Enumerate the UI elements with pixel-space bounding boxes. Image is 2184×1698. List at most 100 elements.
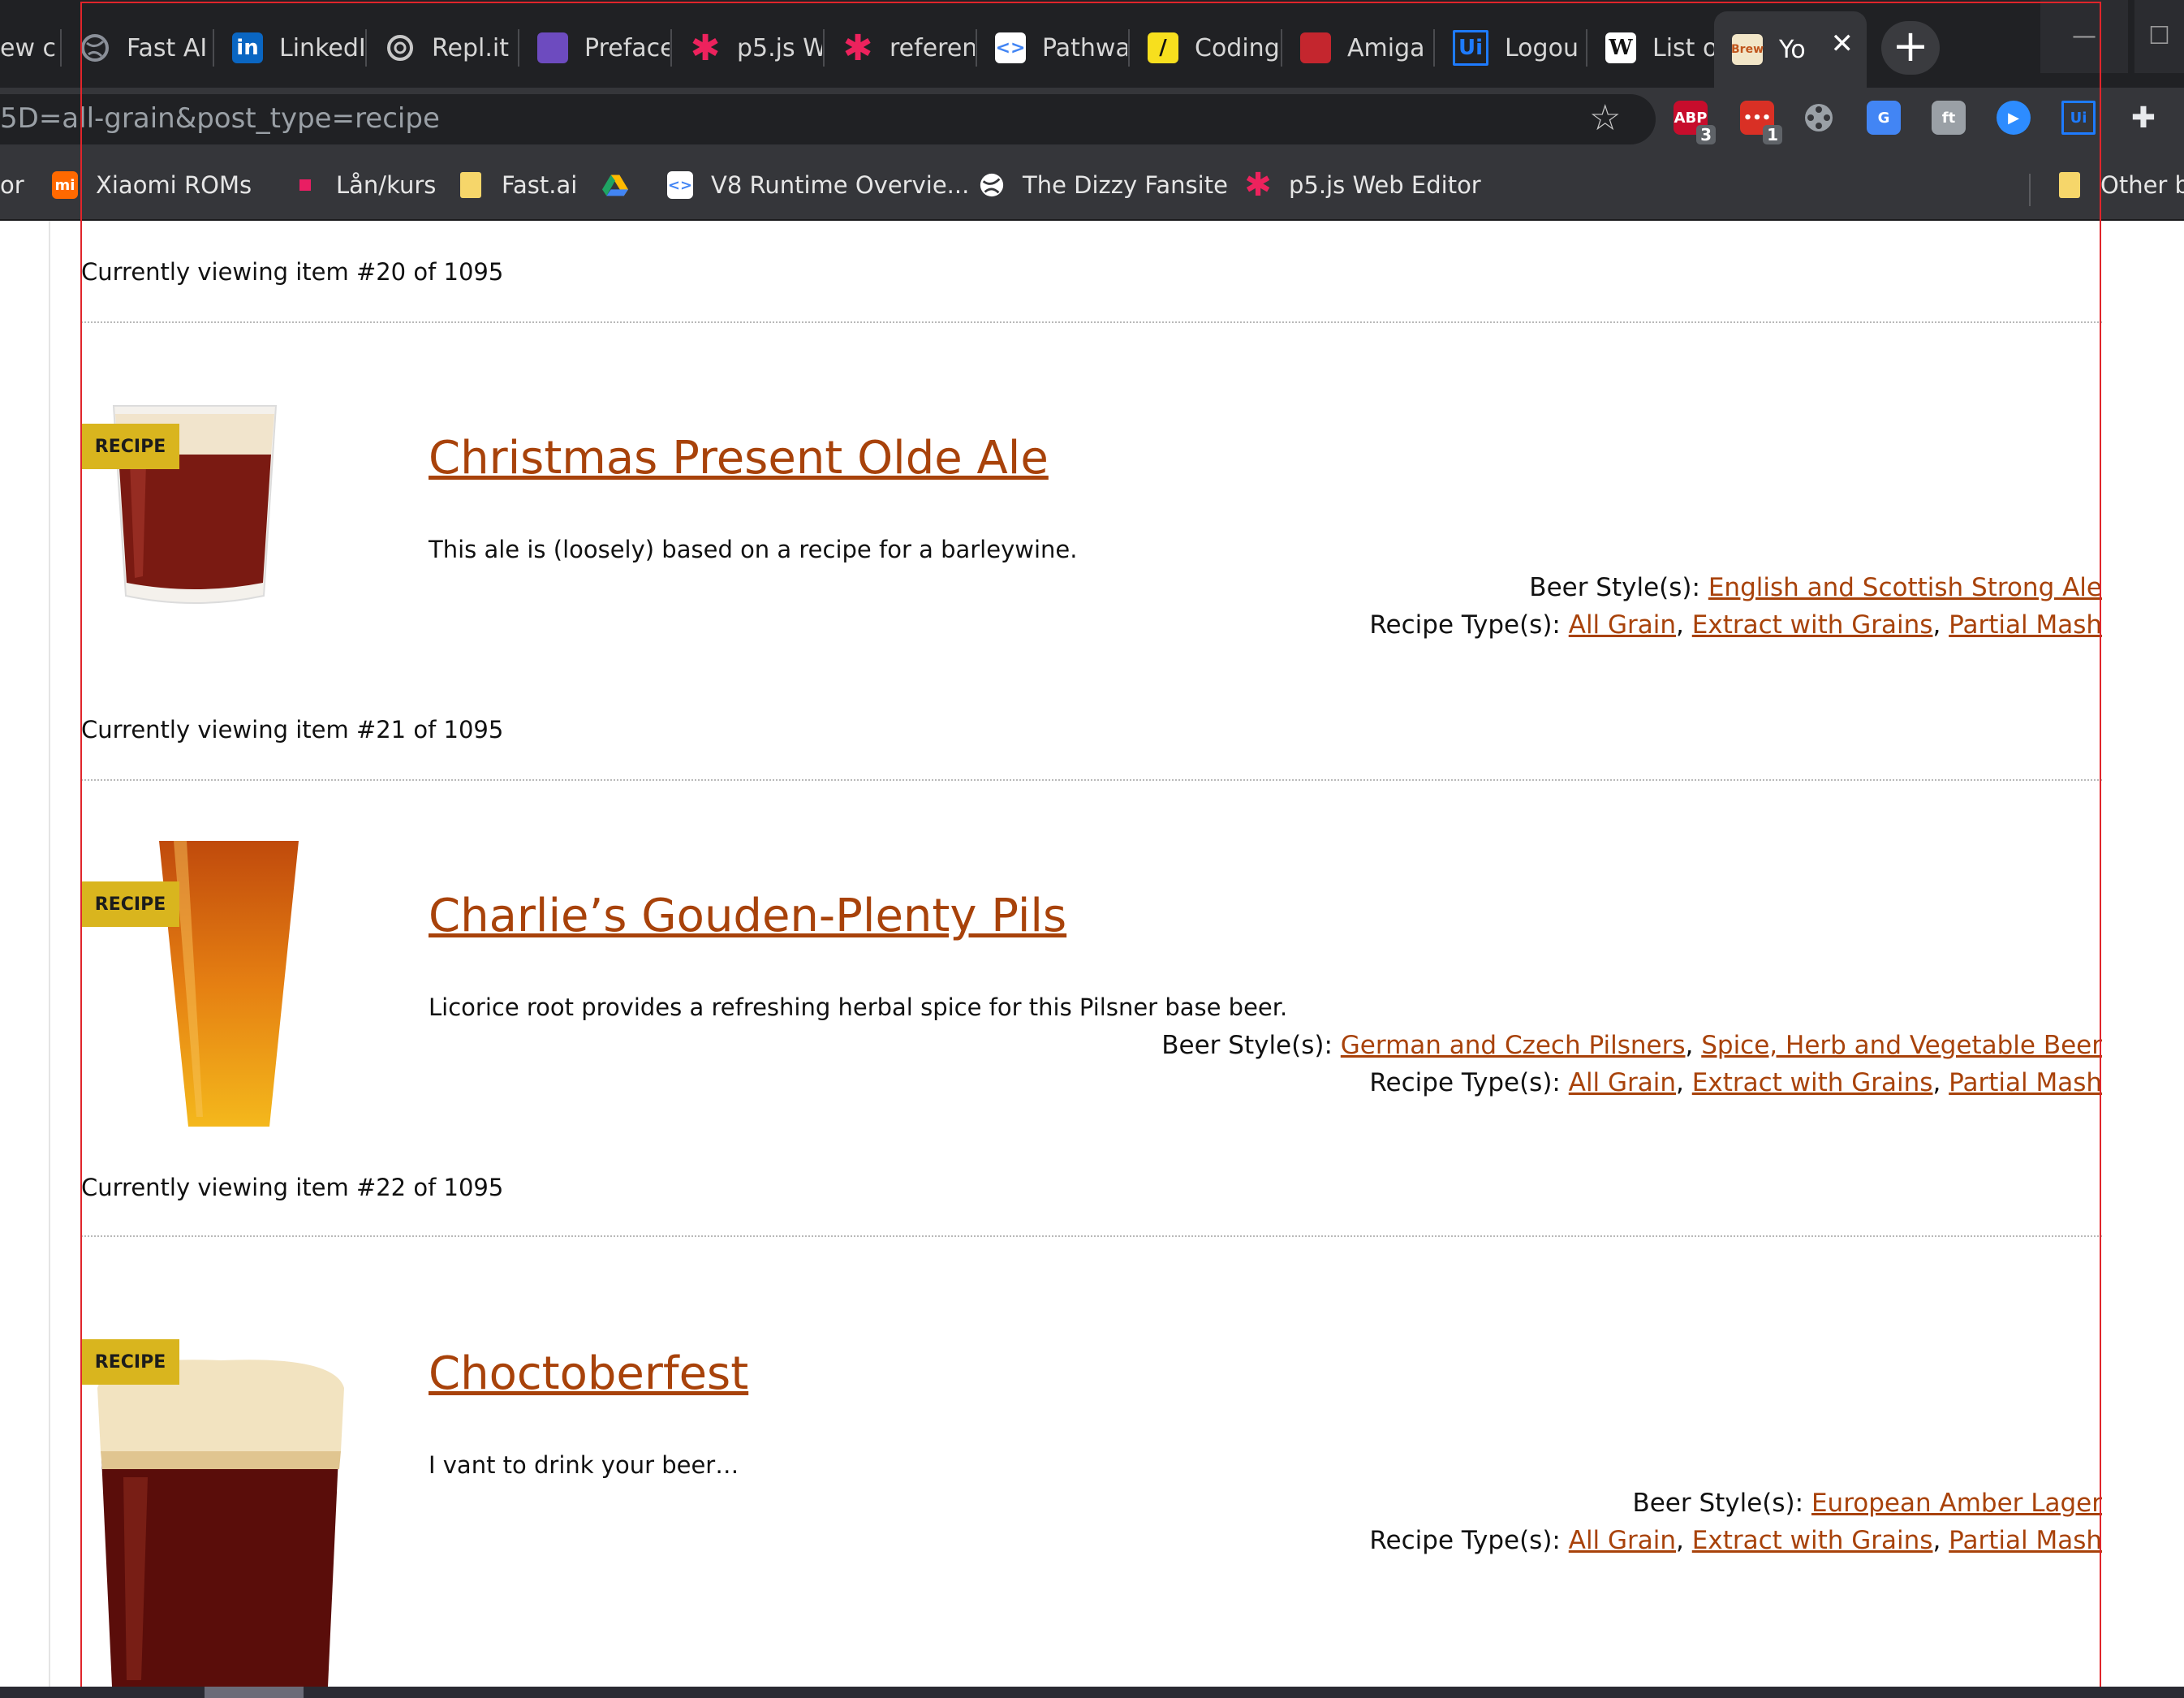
- folder-icon: [458, 171, 484, 199]
- coding-icon: /: [1148, 32, 1178, 63]
- tab-replit[interactable]: Repl.it: [367, 15, 517, 81]
- recipe-image-choctoberfest[interactable]: [91, 1355, 349, 1687]
- beer-style-line: Beer Style(s): German and Czech Pilsners…: [1161, 1031, 2102, 1060]
- viewing-counter: Currently viewing item #22 of 1095: [81, 1174, 504, 1201]
- google-drive-icon: [602, 171, 628, 199]
- tab-reference[interactable]: ✱ referen: [825, 15, 975, 81]
- recipe-type-link[interactable]: Extract with Grains: [1692, 1068, 1933, 1097]
- tab-0[interactable]: ew c: [0, 15, 55, 81]
- tab-label: Fast AI: [127, 33, 208, 62]
- google-translate-icon[interactable]: G: [1867, 101, 1901, 135]
- preface-icon: [537, 32, 568, 63]
- maximize-button[interactable]: ☐: [2134, 0, 2184, 73]
- font-extension-icon[interactable]: ft: [1932, 101, 1966, 135]
- tab-preface[interactable]: Preface: [519, 15, 670, 81]
- tab-label: Yo: [1779, 35, 1806, 64]
- recipe-title-link[interactable]: Choctoberfest: [429, 1347, 748, 1400]
- extension-badge: 3: [1696, 125, 1716, 144]
- tab-list-of[interactable]: W List of: [1587, 15, 1714, 81]
- tab-pathway[interactable]: <> Pathwa: [977, 15, 1127, 81]
- tab-label: Pathwa: [1042, 33, 1127, 62]
- tab-logout[interactable]: Ui Logou: [1435, 15, 1585, 81]
- tab-active[interactable]: Brew Yo ✕: [1714, 11, 1867, 88]
- extension-label: •••: [1742, 109, 1772, 127]
- bookmark-v8-runtime[interactable]: <> V8 Runtime Overvie...: [667, 166, 969, 205]
- tab-label: Repl.it: [432, 33, 509, 62]
- recipe-type-link[interactable]: Extract with Grains: [1692, 1526, 1933, 1555]
- tab-p5js[interactable]: ✱ p5.js W: [672, 15, 822, 81]
- replit-icon: [385, 32, 416, 63]
- tab-label: Logou: [1505, 33, 1579, 62]
- recipe-badge: RECIPE: [81, 881, 179, 927]
- globe-icon: [80, 32, 110, 63]
- beer-style-link[interactable]: European Amber Lager: [1811, 1489, 2102, 1518]
- tab-fast-ai[interactable]: Fast AI: [62, 15, 212, 81]
- recipe-type-link[interactable]: Partial Mash: [1949, 1526, 2102, 1555]
- extension-label: G: [1877, 109, 1890, 127]
- bookmark-star-icon[interactable]: ☆: [1589, 97, 1621, 139]
- new-tab-button[interactable]: +: [1881, 21, 1940, 75]
- minimize-button[interactable]: —: [2040, 0, 2128, 73]
- recipe-title-link[interactable]: Charlie’s Gouden-Plenty Pils: [429, 890, 1066, 942]
- sidebar-rule: [49, 221, 50, 1698]
- bookmarks-separator: [2029, 174, 2031, 206]
- bookmark-p5js-editor[interactable]: ✱ p5.js Web Editor: [1244, 166, 1480, 205]
- p5js-icon: ✱: [842, 27, 873, 69]
- recipe-badge: RECIPE: [81, 1339, 179, 1385]
- extension-label: Ui: [2070, 109, 2087, 127]
- recipe-type-link[interactable]: All Grain: [1569, 1068, 1676, 1097]
- tab-amiga[interactable]: Amiga: [1282, 15, 1432, 81]
- code-icon: <>: [995, 32, 1026, 63]
- bookmarks-bar: or mi Xiaomi ROMs Lån/kurs Fast.ai <> V8…: [0, 151, 2184, 221]
- beer-style-link[interactable]: English and Scottish Strong Ale: [1708, 573, 2102, 602]
- amiga-icon: [1300, 32, 1331, 63]
- tab-linkedin[interactable]: in LinkedIn: [214, 15, 364, 81]
- p5js-icon: ✱: [1244, 166, 1272, 204]
- zoom-icon[interactable]: ▶: [1997, 101, 2031, 135]
- address-bar-url[interactable]: 5D=all-grain&post_type=recipe: [0, 102, 440, 135]
- recipe-type-link[interactable]: Partial Mash: [1949, 1068, 2102, 1097]
- bookmark-xiaomi-roms[interactable]: mi Xiaomi ROMs: [52, 166, 252, 205]
- puzzle-icon[interactable]: ✚: [2126, 101, 2160, 135]
- bookmark-label: V8 Runtime Overvie...: [711, 171, 970, 199]
- recipe-type-link[interactable]: Extract with Grains: [1692, 610, 1933, 640]
- address-bar[interactable]: 5D=all-grain&post_type=recipe ☆: [0, 94, 1656, 144]
- beer-style-link[interactable]: Spice, Herb and Vegetable Beer: [1701, 1031, 2102, 1060]
- extension-label: ✚: [2130, 101, 2156, 135]
- horizontal-scrollbar[interactable]: [0, 1687, 2184, 1698]
- item-divider: [81, 321, 2102, 323]
- viewing-counter: Currently viewing item #20 of 1095: [81, 258, 504, 286]
- code-icon: <>: [667, 171, 693, 199]
- bookmark-partial[interactable]: or: [0, 166, 24, 205]
- bookmark-label: The Dizzy Fansite: [1023, 171, 1228, 199]
- tab-label: referen: [890, 33, 975, 62]
- bookmark-lan-kurs[interactable]: Lån/kurs: [292, 166, 436, 205]
- recipe-type-link[interactable]: All Grain: [1569, 610, 1676, 640]
- extension-label: ABP: [1674, 109, 1708, 127]
- wikipedia-icon: W: [1605, 32, 1636, 63]
- recipe-type-link[interactable]: All Grain: [1569, 1526, 1676, 1555]
- recipe-description: Licorice root provides a refreshing herb…: [429, 993, 1288, 1021]
- beer-style-line: Beer Style(s): European Amber Lager: [1632, 1489, 2102, 1518]
- tab-strip: ew c Fast AI in LinkedIn Repl.it Preface…: [0, 0, 2184, 88]
- bookmark-other-bookmarks[interactable]: Other b: [2057, 166, 2184, 205]
- recipe-type-label: Recipe Type(s):: [1369, 1068, 1561, 1097]
- beer-style-link[interactable]: German and Czech Pilsners: [1341, 1031, 1686, 1060]
- recipe-title-link[interactable]: Christmas Present Olde Ale: [429, 432, 1049, 485]
- uipath-icon: Ui: [1453, 30, 1488, 66]
- red-extension-icon[interactable]: ••• 1: [1740, 101, 1782, 144]
- bookmark-google-drive[interactable]: [602, 166, 646, 205]
- browser-toolbar: 5D=all-grain&post_type=recipe ☆ ABP 3 ••…: [0, 88, 2184, 151]
- film-reel-icon[interactable]: [1802, 101, 1836, 135]
- recipe-type-link[interactable]: Partial Mash: [1949, 610, 2102, 640]
- bookmark-dizzy-fansite[interactable]: The Dizzy Fansite: [979, 166, 1228, 205]
- bookmark-fast-ai[interactable]: Fast.ai: [458, 166, 577, 205]
- extension-label: ▶: [2008, 109, 2019, 127]
- recipe-description: This ale is (loosely) based on a recipe …: [429, 536, 1078, 563]
- scrollbar-thumb[interactable]: [205, 1687, 304, 1698]
- adblock-plus-icon[interactable]: ABP 3: [1674, 101, 1716, 144]
- close-tab-icon[interactable]: ✕: [1831, 28, 1854, 60]
- item-divider: [81, 779, 2102, 781]
- uipath-icon[interactable]: Ui: [2061, 101, 2096, 135]
- tab-coding[interactable]: / Coding: [1130, 15, 1280, 81]
